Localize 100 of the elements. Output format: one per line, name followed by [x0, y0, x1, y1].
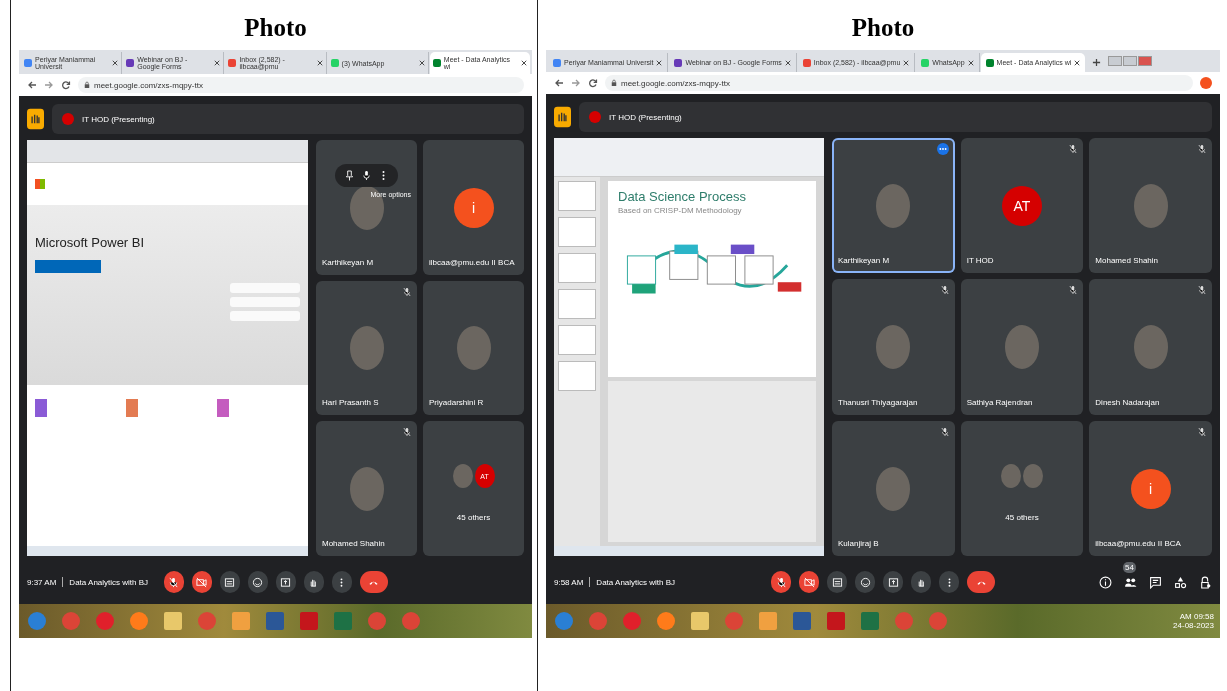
- avatar-photo-placeholder: [876, 184, 911, 229]
- more-button[interactable]: [939, 571, 959, 593]
- close-icon[interactable]: [1074, 59, 1081, 66]
- participant-tile[interactable]: Priyadarshini R: [423, 280, 524, 416]
- avatar-photo-placeholder: [1133, 184, 1168, 229]
- column-heading: Photo: [850, 13, 916, 43]
- camera-button[interactable]: [191, 571, 212, 593]
- participant-name: Priyadarshini R: [429, 398, 485, 410]
- captions-icon: [224, 576, 235, 588]
- camera-button[interactable]: [799, 571, 819, 593]
- avatar-photo-placeholder: [876, 325, 911, 370]
- reload-icon[interactable]: [588, 78, 598, 88]
- participant-tile[interactable]: Karthikeyan M: [832, 138, 955, 274]
- end-button[interactable]: [967, 571, 995, 593]
- participant-name: Karthikeyan M: [322, 257, 375, 269]
- pin-icon[interactable]: [345, 170, 354, 181]
- mic-button[interactable]: [771, 571, 791, 593]
- presenter-avatar-icon: [589, 111, 601, 123]
- raised-hand-icon[interactable]: [554, 106, 571, 128]
- participant-tile[interactable]: Mohamed Shahin: [316, 421, 417, 556]
- participant-tile[interactable]: i ilbcaa@pmu.edu II BCA: [1089, 420, 1212, 556]
- avatar-photo-placeholder: [349, 467, 384, 512]
- end-button[interactable]: [359, 571, 388, 593]
- host-button[interactable]: [1199, 575, 1212, 589]
- more-button[interactable]: [331, 571, 352, 593]
- participant-tile[interactable]: Dinesh Nadarajan: [1089, 279, 1212, 415]
- presenter-avatar-icon: [62, 113, 74, 125]
- forward-icon[interactable]: [44, 80, 54, 90]
- close-icon[interactable]: [521, 60, 527, 66]
- participant-tile[interactable]: Mohamed Shahin: [1089, 138, 1212, 274]
- back-icon[interactable]: [554, 78, 564, 88]
- address-bar[interactable]: meet.google.com/zxs-mqpy-ttx: [78, 77, 524, 93]
- raised-hand-icon[interactable]: [27, 108, 44, 130]
- close-icon[interactable]: [316, 60, 323, 66]
- meeting-time: 9:37 AM: [27, 577, 57, 587]
- present-button[interactable]: [883, 571, 903, 593]
- present-icon: [280, 576, 291, 588]
- close-icon[interactable]: [418, 60, 425, 66]
- avatar-photo-placeholder: [876, 466, 911, 511]
- info-icon: [1099, 575, 1112, 589]
- hand-button[interactable]: [303, 571, 324, 593]
- captions-button[interactable]: [827, 571, 847, 593]
- close-icon[interactable]: [656, 59, 663, 66]
- others-count: 45 others: [455, 513, 492, 524]
- start-icon[interactable]: [28, 612, 46, 630]
- close-icon[interactable]: [967, 59, 974, 66]
- present-icon: [887, 576, 899, 588]
- muted-mic-icon: [168, 576, 179, 588]
- participant-name: IT HOD: [966, 256, 995, 268]
- more-options-icon[interactable]: [936, 143, 949, 155]
- people-icon: [1124, 575, 1137, 589]
- activities-button[interactable]: [1174, 575, 1187, 589]
- close-icon[interactable]: [784, 59, 791, 66]
- emoji-button[interactable]: [247, 571, 268, 593]
- hero-banner: Microsoft Power BI: [27, 205, 308, 385]
- shapes-icon: [1174, 575, 1187, 589]
- present-button[interactable]: [275, 571, 296, 593]
- participant-name: Karthikeyan M: [838, 256, 891, 268]
- close-icon[interactable]: [214, 60, 221, 66]
- mic-icon[interactable]: [362, 170, 371, 181]
- address-bar[interactable]: meet.google.com/zxs-mqpy-ttx: [605, 75, 1193, 91]
- participant-tile[interactable]: i ilbcaa@pmu.edu II BCA: [423, 140, 524, 275]
- muted-mic-icon: [775, 576, 787, 588]
- participant-name: ilbcaa@pmu.edu II BCA: [1095, 539, 1182, 550]
- start-icon[interactable]: [555, 612, 573, 630]
- meeting-time: 9:58 AM: [554, 577, 584, 587]
- slide: Data Science Process Based on CRISP-DM Methodology: [608, 181, 816, 377]
- close-icon[interactable]: [903, 59, 910, 66]
- new-tab-icon[interactable]: [1092, 58, 1102, 67]
- forward-icon[interactable]: [571, 78, 581, 88]
- logo-icon: [35, 179, 45, 189]
- lock-icon: [611, 79, 617, 87]
- emoji-icon: [252, 576, 263, 588]
- avatar-photo-placeholder: [1005, 325, 1039, 370]
- participant-name: Mohamed Shahin: [1095, 256, 1160, 268]
- participant-tile[interactable]: 45 others: [960, 420, 1084, 556]
- participant-tile[interactable]: Sathiya Rajendran: [960, 279, 1084, 415]
- participant-name: Sathiya Rajendran: [966, 397, 1034, 409]
- participant-tile[interactable]: Thanusri Thiyagarajan: [832, 279, 955, 415]
- avatar-photo-placeholder: [349, 326, 384, 371]
- info-button[interactable]: [1099, 575, 1112, 589]
- back-icon[interactable]: [27, 80, 37, 90]
- participant-tile[interactable]: Kulanjiraj B: [832, 420, 955, 556]
- participant-tile[interactable]: Hari Prasanth S: [316, 280, 417, 416]
- presenter-bar: IT HOD (Presenting): [579, 102, 1212, 132]
- participant-name: Kulanjiraj B: [838, 539, 880, 550]
- close-icon[interactable]: [112, 60, 119, 66]
- chat-button[interactable]: [1149, 575, 1162, 589]
- emoji-button[interactable]: [855, 571, 875, 593]
- hand-button[interactable]: [911, 571, 931, 593]
- profile-button[interactable]: [1200, 77, 1212, 89]
- avatar: AT: [1002, 186, 1042, 227]
- reload-icon[interactable]: [61, 80, 71, 90]
- window-controls-icon[interactable]: [1108, 56, 1153, 66]
- meeting-title: Data Analytics with BJ: [69, 577, 149, 587]
- mic-button[interactable]: [163, 571, 184, 593]
- participant-name: Hari Prasanth S: [322, 398, 380, 410]
- avatar-photo-placeholder: [1001, 463, 1021, 488]
- captions-button[interactable]: [219, 571, 240, 593]
- participant-tile[interactable]: AT IT HOD: [960, 138, 1084, 274]
